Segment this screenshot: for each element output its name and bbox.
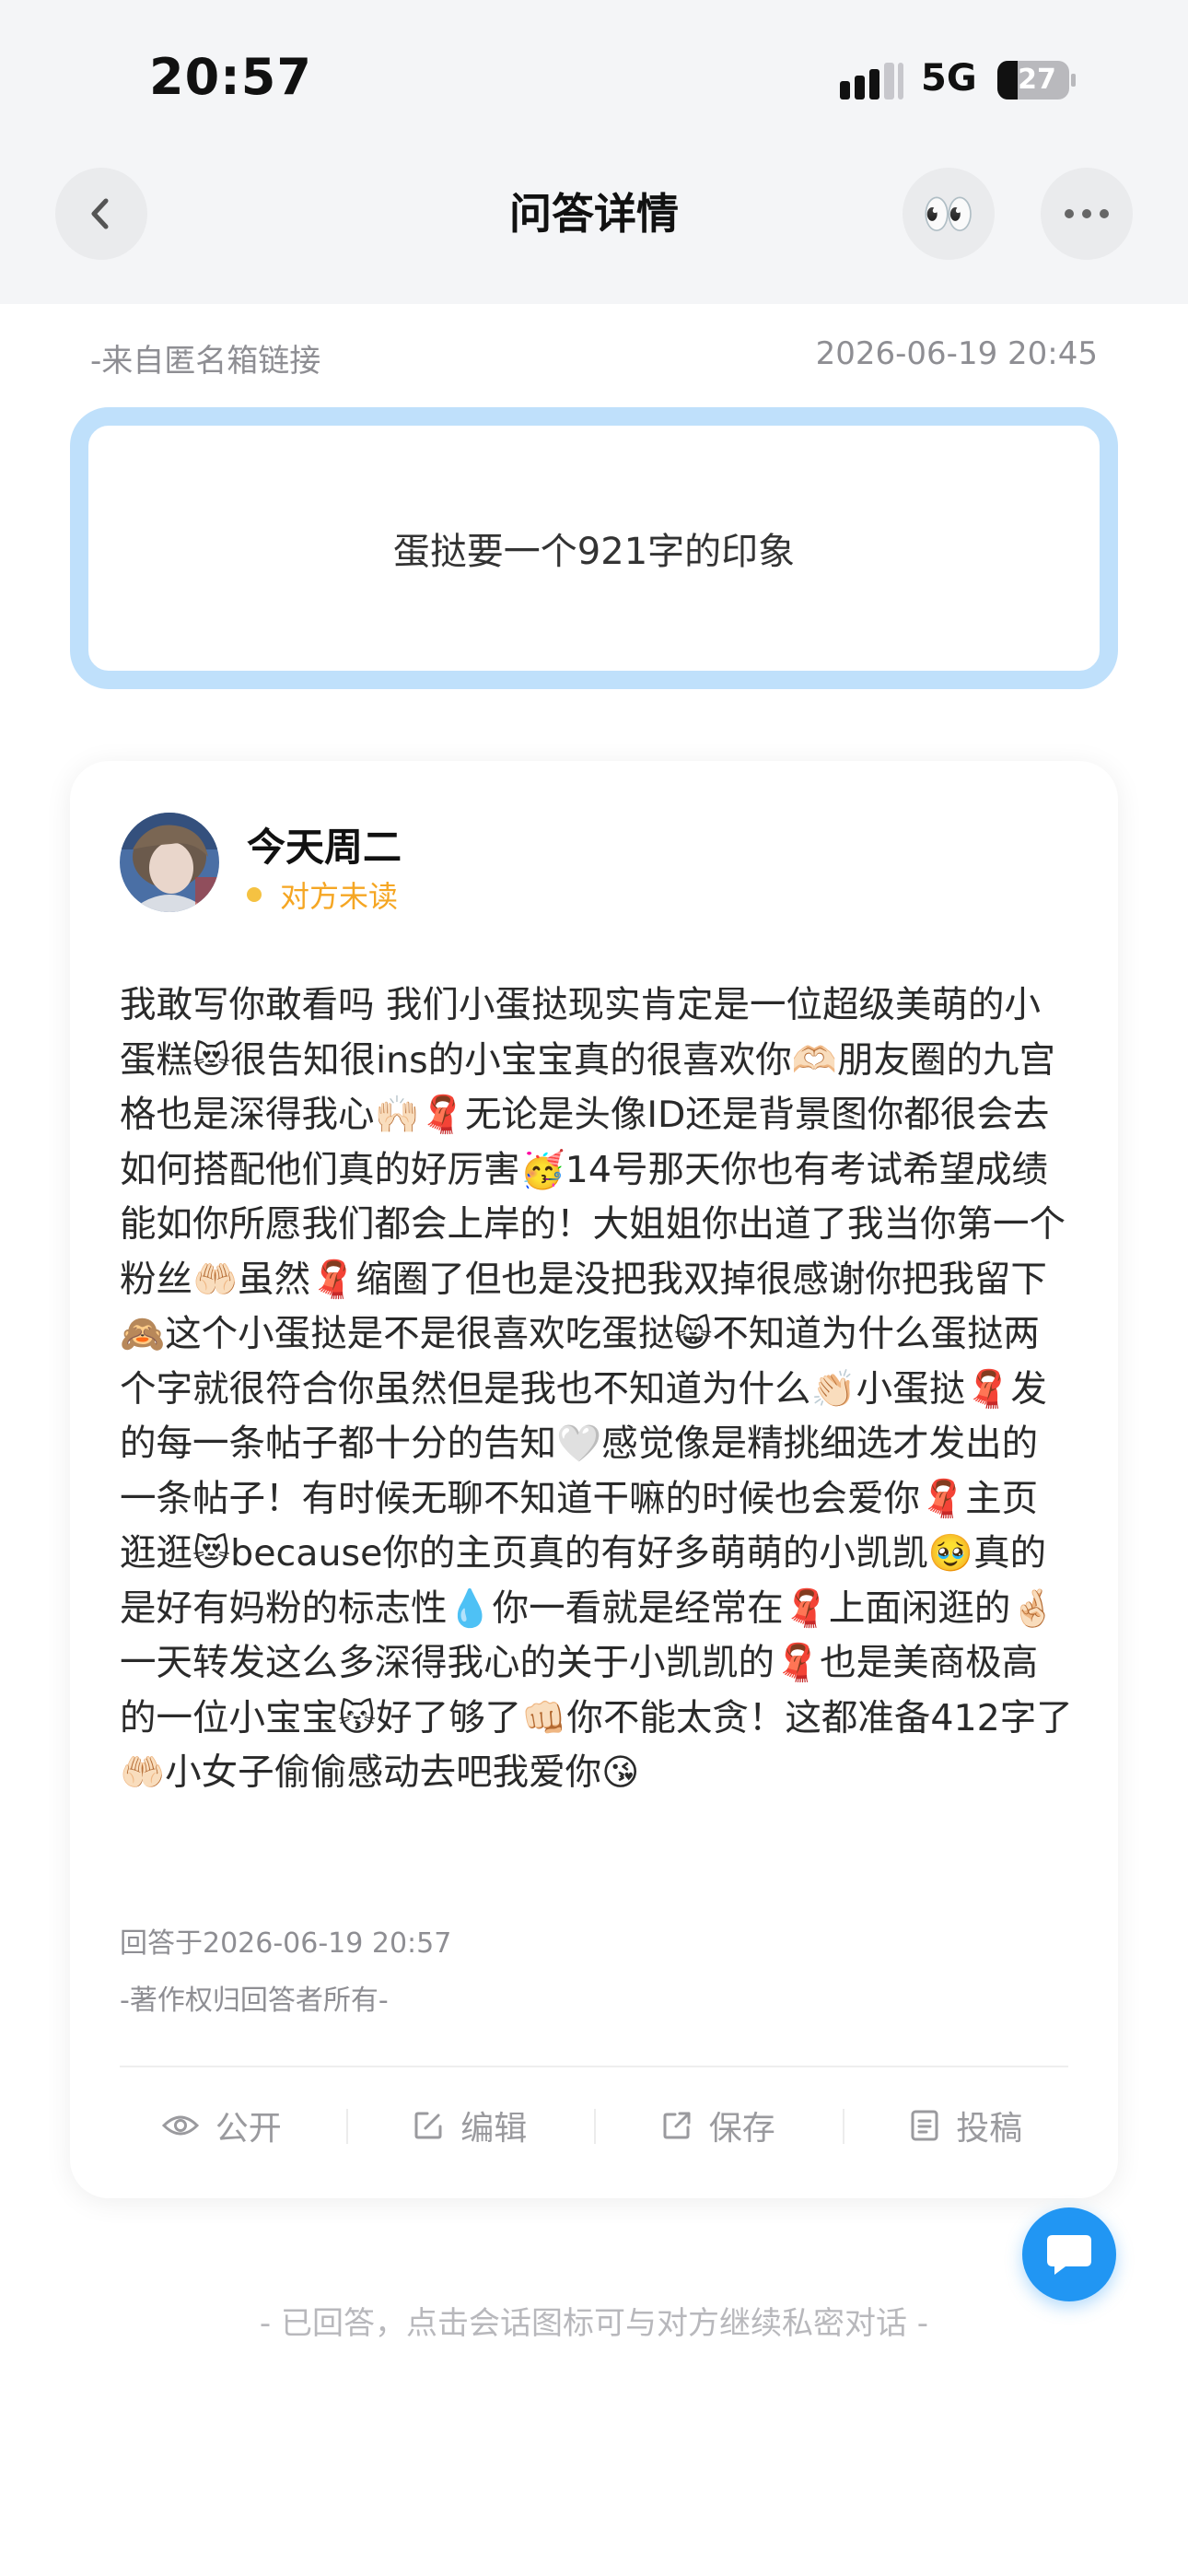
copyright-note: -著作权归回答者所有-	[120, 1985, 389, 2017]
public-label: 公开	[215, 2110, 282, 2148]
read-status-label: 对方未读	[280, 879, 399, 914]
edit-button[interactable]: 编辑	[345, 2102, 595, 2149]
answer-body: 我敢写你敢看吗 我们小蛋挞现实肯定是一位超级美萌的小蛋糕😻很告知很ins的小宝宝…	[120, 984, 1073, 1794]
save-button[interactable]: 保存	[594, 2102, 843, 2149]
question-card: 蛋挞要一个921字的印象	[70, 407, 1118, 689]
unread-dot-icon	[247, 887, 262, 902]
avatar[interactable]	[120, 813, 219, 912]
status-time: 20:57	[149, 48, 312, 106]
eyes-icon: 👀	[922, 188, 975, 239]
answer-card: 今天周二 对方未读 我敢写你敢看吗 我们小蛋挞现实肯定是一位超级美萌的小蛋糕😻很…	[70, 761, 1118, 2198]
ellipsis-icon	[1065, 209, 1109, 218]
avatar-image	[120, 813, 219, 912]
more-button[interactable]	[1041, 168, 1133, 260]
submit-button[interactable]: 投稿	[842, 2102, 1091, 2149]
save-label: 保存	[708, 2110, 775, 2148]
network-type: 5G	[921, 57, 977, 100]
submit-label: 投稿	[956, 2110, 1023, 2148]
chat-bubble-icon	[1047, 2235, 1091, 2275]
user-name: 今天周二	[247, 825, 402, 870]
chat-button[interactable]	[1022, 2207, 1116, 2301]
document-icon	[911, 2110, 938, 2141]
answer-time: 回答于2026-06-19 20:57	[120, 1927, 452, 1960]
action-bar: 公开 编辑 保存 投稿	[98, 2067, 1090, 2184]
read-status: 对方未读	[247, 873, 398, 916]
page-title: 问答详情	[509, 189, 679, 239]
eye-icon	[161, 2115, 199, 2136]
edit-label: 编辑	[460, 2110, 528, 2148]
share-icon	[663, 2112, 691, 2139]
question-time: 2026-06-19 20:45	[815, 335, 1098, 372]
edit-icon	[414, 2112, 442, 2139]
question-source: -来自匿名箱链接	[90, 343, 321, 380]
battery-level: 27	[1018, 64, 1056, 96]
cellular-signal-icon	[840, 63, 903, 100]
eyes-button[interactable]: 👀	[903, 168, 995, 260]
header-area	[0, 0, 1188, 304]
public-button[interactable]: 公开	[98, 2102, 346, 2149]
footer-hint: - 已回答，点击会话图标可与对方继续私密对话 -	[259, 2305, 929, 2342]
question-text: 蛋挞要一个921字的印象	[392, 531, 796, 573]
